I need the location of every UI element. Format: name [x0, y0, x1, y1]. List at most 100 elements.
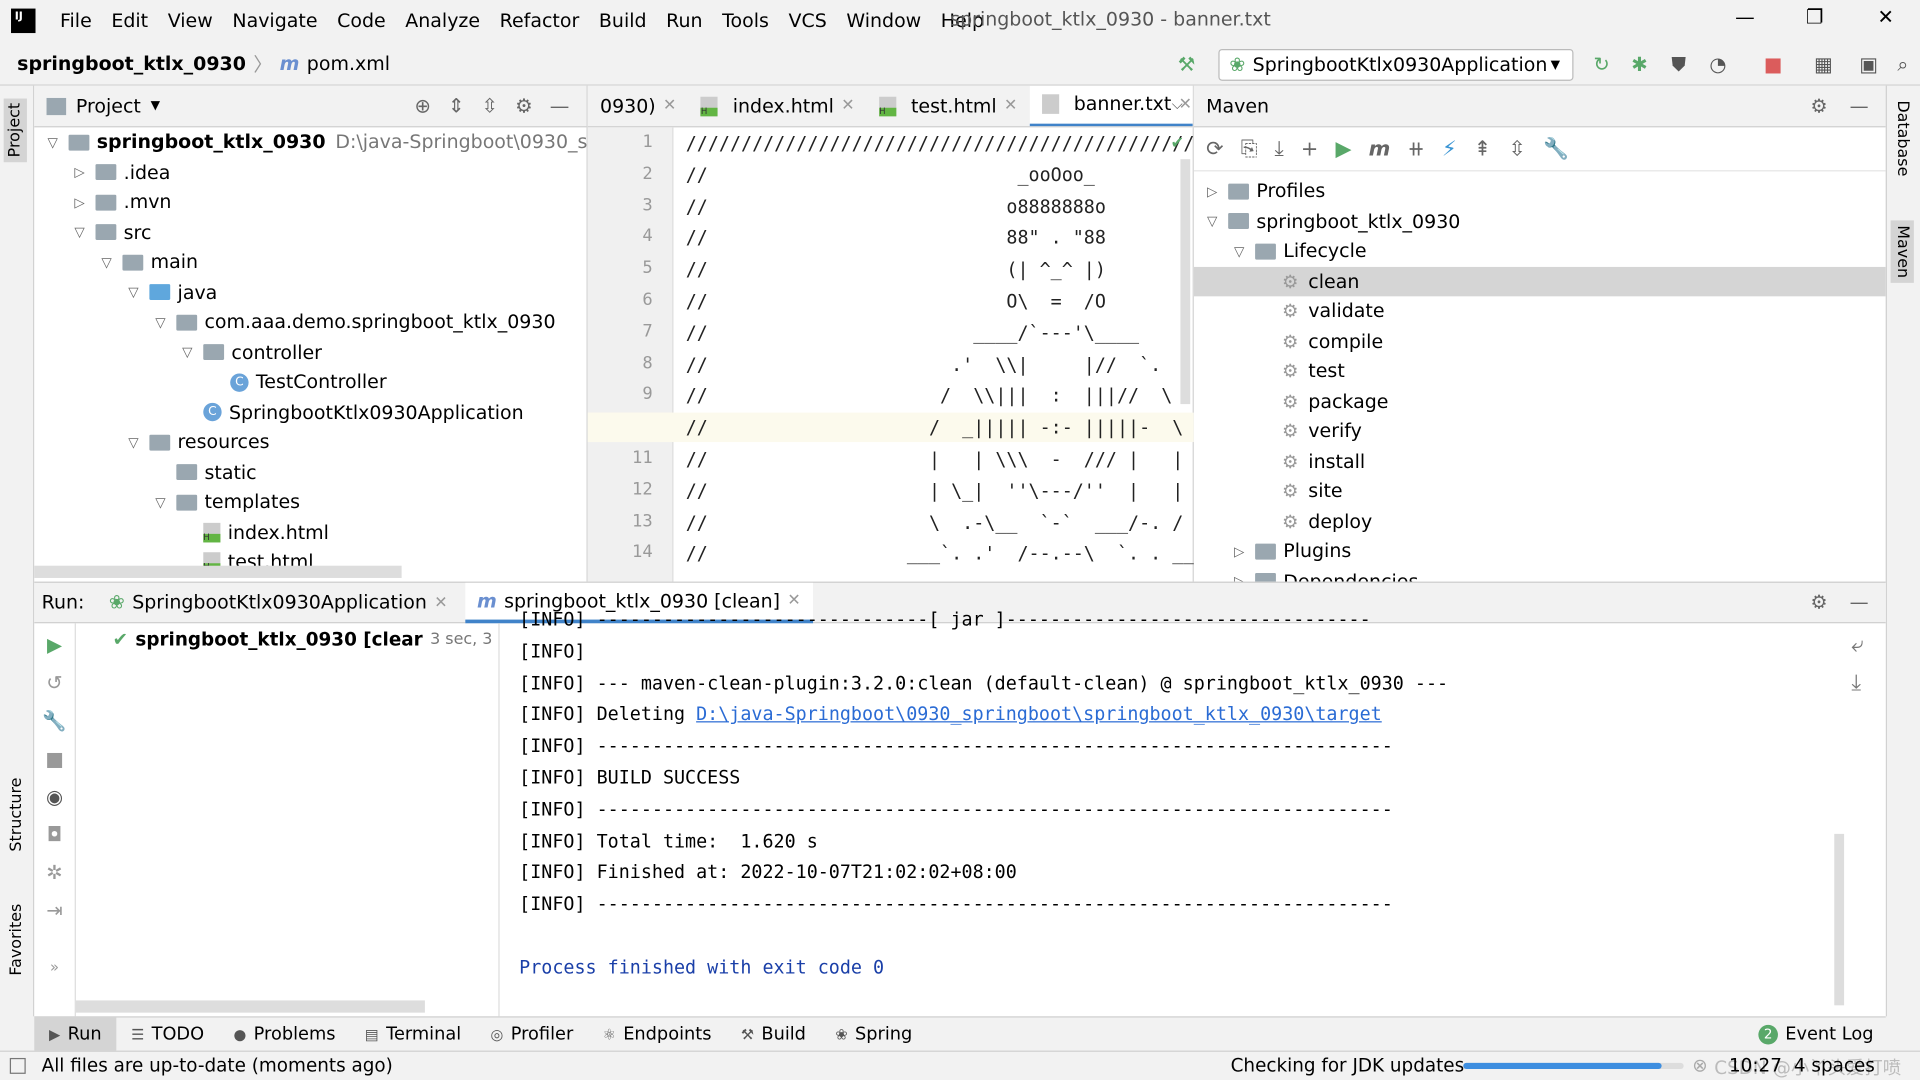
menu-refactor[interactable]: Refactor [490, 10, 589, 32]
gear-icon[interactable]: ⚙ [1811, 591, 1828, 613]
sidebar-tab-maven[interactable]: Maven [1890, 220, 1914, 284]
wrench-icon[interactable]: 🔧 [42, 709, 66, 732]
event-log-button[interactable]: 2 Event Log [1758, 1024, 1885, 1044]
wrench-icon[interactable]: 🔧 [1543, 137, 1569, 161]
chevron-down-icon[interactable]: ▽ [44, 134, 61, 150]
toolwindow-todo[interactable]: ☰ TODO [116, 1017, 218, 1051]
maven-tree-item[interactable]: ⚙ compile [1258, 326, 1383, 355]
editor-tab[interactable]: test.html ✕ [867, 86, 1030, 126]
chevron-down-icon[interactable]: ▽ [71, 224, 88, 240]
collapse-all-icon[interactable]: ⇳ [1508, 137, 1525, 161]
build-hammer-icon[interactable]: ⚒ [1173, 51, 1200, 78]
menu-build[interactable]: Build [589, 10, 656, 32]
scroll-to-end-icon[interactable]: ⤓ [1851, 670, 1863, 696]
add-icon[interactable]: + [1301, 137, 1318, 161]
project-structure-icon[interactable]: ▦ [1810, 51, 1837, 78]
run-tab[interactable]: ❀ SpringbootKtlx0930Application ✕ [97, 582, 460, 622]
stop-icon[interactable]: ■ [1760, 51, 1787, 78]
chevron-down-icon[interactable]: ▼ [151, 99, 160, 112]
chevron-right-icon[interactable]: ▷ [71, 194, 88, 210]
maven-tree-item[interactable]: ⚙ install [1258, 446, 1365, 475]
toolwindow-profiler[interactable]: ◎ Profiler [476, 1017, 588, 1051]
chevron-down-icon[interactable]: ▽ [98, 254, 115, 270]
maven-tree-item[interactable]: ⚙ deploy [1258, 506, 1372, 535]
close-tab-icon[interactable]: ✕ [841, 97, 854, 115]
gear-icon[interactable]: ⚙ [515, 94, 533, 117]
editor-tab[interactable]: 0930) ✕ [588, 86, 689, 126]
editor-tab[interactable]: banner.txt ✕ [1029, 85, 1193, 127]
chevron-right-icon[interactable]: ▷ [71, 164, 88, 180]
tree-item[interactable]: C TestController [206, 367, 387, 396]
maven-tree-item[interactable]: ⚙ validate [1258, 296, 1384, 325]
rerun-icon[interactable]: ▶ [47, 633, 62, 656]
sidebar-tab-favorites[interactable]: Favorites [7, 904, 25, 976]
menu-view[interactable]: View [158, 10, 223, 32]
maven-tree-item[interactable]: ▷ Profiles [1204, 176, 1325, 205]
hide-icon[interactable]: — [1850, 591, 1869, 613]
code-area[interactable]: ////////////////////////////////////////… [587, 127, 1194, 581]
console-output[interactable]: [INFO] ------------------------------[ j… [502, 609, 1849, 1017]
menu-file[interactable]: File [50, 10, 101, 32]
close-tab-icon[interactable]: ✕ [434, 593, 447, 611]
execute-goal-icon[interactable]: m [1369, 137, 1391, 161]
debug-icon[interactable]: ✱ [1626, 51, 1653, 78]
chevron-down-icon[interactable]: ▽ [1204, 213, 1221, 229]
chevron-down-icon[interactable]: ▽ [152, 314, 169, 330]
generate-sources-icon[interactable]: ⎘ [1241, 137, 1258, 161]
menu-navigate[interactable]: Navigate [223, 10, 328, 32]
locate-icon[interactable]: ⊕ [414, 94, 430, 117]
console-link[interactable]: D:\java-Springboot\0930_springboot\sprin… [696, 703, 1382, 725]
rerun-failed-icon[interactable]: ↺ [46, 671, 62, 694]
show-dependencies-icon[interactable]: ⇞ [1474, 137, 1491, 161]
chevron-down-icon[interactable]: ▽ [125, 284, 142, 300]
expand-all-icon[interactable]: ⇕ [448, 94, 464, 117]
indent-setting[interactable]: 4 spaces [1794, 1054, 1875, 1076]
chevron-down-icon[interactable]: ▽ [179, 344, 196, 360]
maven-tree-item[interactable]: ▷ Dependencies [1231, 566, 1418, 582]
menu-vcs[interactable]: VCS [779, 10, 837, 32]
toggle-offline-icon[interactable]: ⧺ [1407, 137, 1424, 161]
exit-icon[interactable]: ⇥ [46, 899, 62, 922]
camera-icon[interactable]: ◘ [47, 823, 62, 846]
tree-item[interactable]: ▽ src [71, 217, 151, 246]
minimize-button[interactable]: — [1720, 5, 1769, 37]
tree-item[interactable]: ▽ templates [152, 487, 300, 516]
menu-analyze[interactable]: Analyze [395, 10, 489, 32]
maven-tree-item[interactable]: ▷ Plugins [1231, 536, 1351, 565]
toolwindow-spring[interactable]: ❀ Spring [821, 1017, 927, 1051]
inspection-ok-icon[interactable]: ✔ [1171, 135, 1184, 153]
menu-tools[interactable]: Tools [712, 10, 778, 32]
sidebar-tab-project[interactable]: Project [3, 97, 27, 163]
run-configuration-select[interactable]: ❀ SpringbootKtlx0930Application ▼ [1218, 48, 1574, 81]
console-scrollbar[interactable] [1834, 833, 1845, 1006]
maven-tree-item[interactable]: ⚙ site [1258, 476, 1343, 505]
caret-position[interactable]: 10:27 [1729, 1054, 1782, 1076]
sidebar-tab-database[interactable]: Database [1893, 100, 1911, 176]
tabs-overflow-chevron-icon[interactable]: ⌵ [1172, 96, 1183, 114]
maven-tree-item[interactable]: ⚙ package [1258, 386, 1388, 415]
collapse-all-icon[interactable]: ⇳ [482, 94, 498, 117]
toggle-tool-windows-icon[interactable] [9, 1057, 26, 1074]
chevron-down-icon[interactable]: ▽ [125, 434, 142, 450]
maven-tree-item[interactable]: ▽ Lifecycle [1231, 236, 1367, 265]
toolwindow-problems[interactable]: ● Problems [219, 1017, 350, 1051]
maximize-button[interactable]: ❐ [1790, 5, 1839, 37]
skip-tests-icon[interactable]: ⚡ [1442, 137, 1457, 161]
toolwindow-build[interactable]: ⚒ Build [726, 1017, 820, 1051]
chevron-down-icon[interactable]: ▽ [152, 494, 169, 510]
menu-code[interactable]: Code [327, 10, 395, 32]
chevron-down-icon[interactable]: ▽ [1231, 243, 1248, 259]
reload-icon[interactable]: ⟳ [1206, 137, 1223, 161]
breadcrumb-project[interactable]: springboot_ktlx_0930 [17, 52, 246, 74]
search-icon[interactable]: ⌕ [1889, 51, 1916, 78]
editor-tab[interactable]: index.html ✕ [689, 86, 867, 126]
close-tab-icon[interactable]: ✕ [1004, 97, 1017, 115]
vertical-scrollbar[interactable] [1180, 159, 1191, 405]
status-message[interactable]: All files are up-to-date (moments ago) [42, 1054, 393, 1076]
chevron-right-icon[interactable]: ▷ [1231, 543, 1248, 559]
tree-item[interactable]: ▽ com.aaa.demo.springboot_ktlx_0930 [152, 307, 555, 336]
run-tree-item[interactable]: ✔ springboot_ktlx_0930 [clear 3 sec, 379… [113, 628, 493, 650]
gear-icon[interactable]: ⚙ [1811, 95, 1828, 117]
tree-item[interactable]: C SpringbootKtlx0930Application [179, 397, 524, 426]
horizontal-scrollbar[interactable] [75, 1000, 425, 1013]
